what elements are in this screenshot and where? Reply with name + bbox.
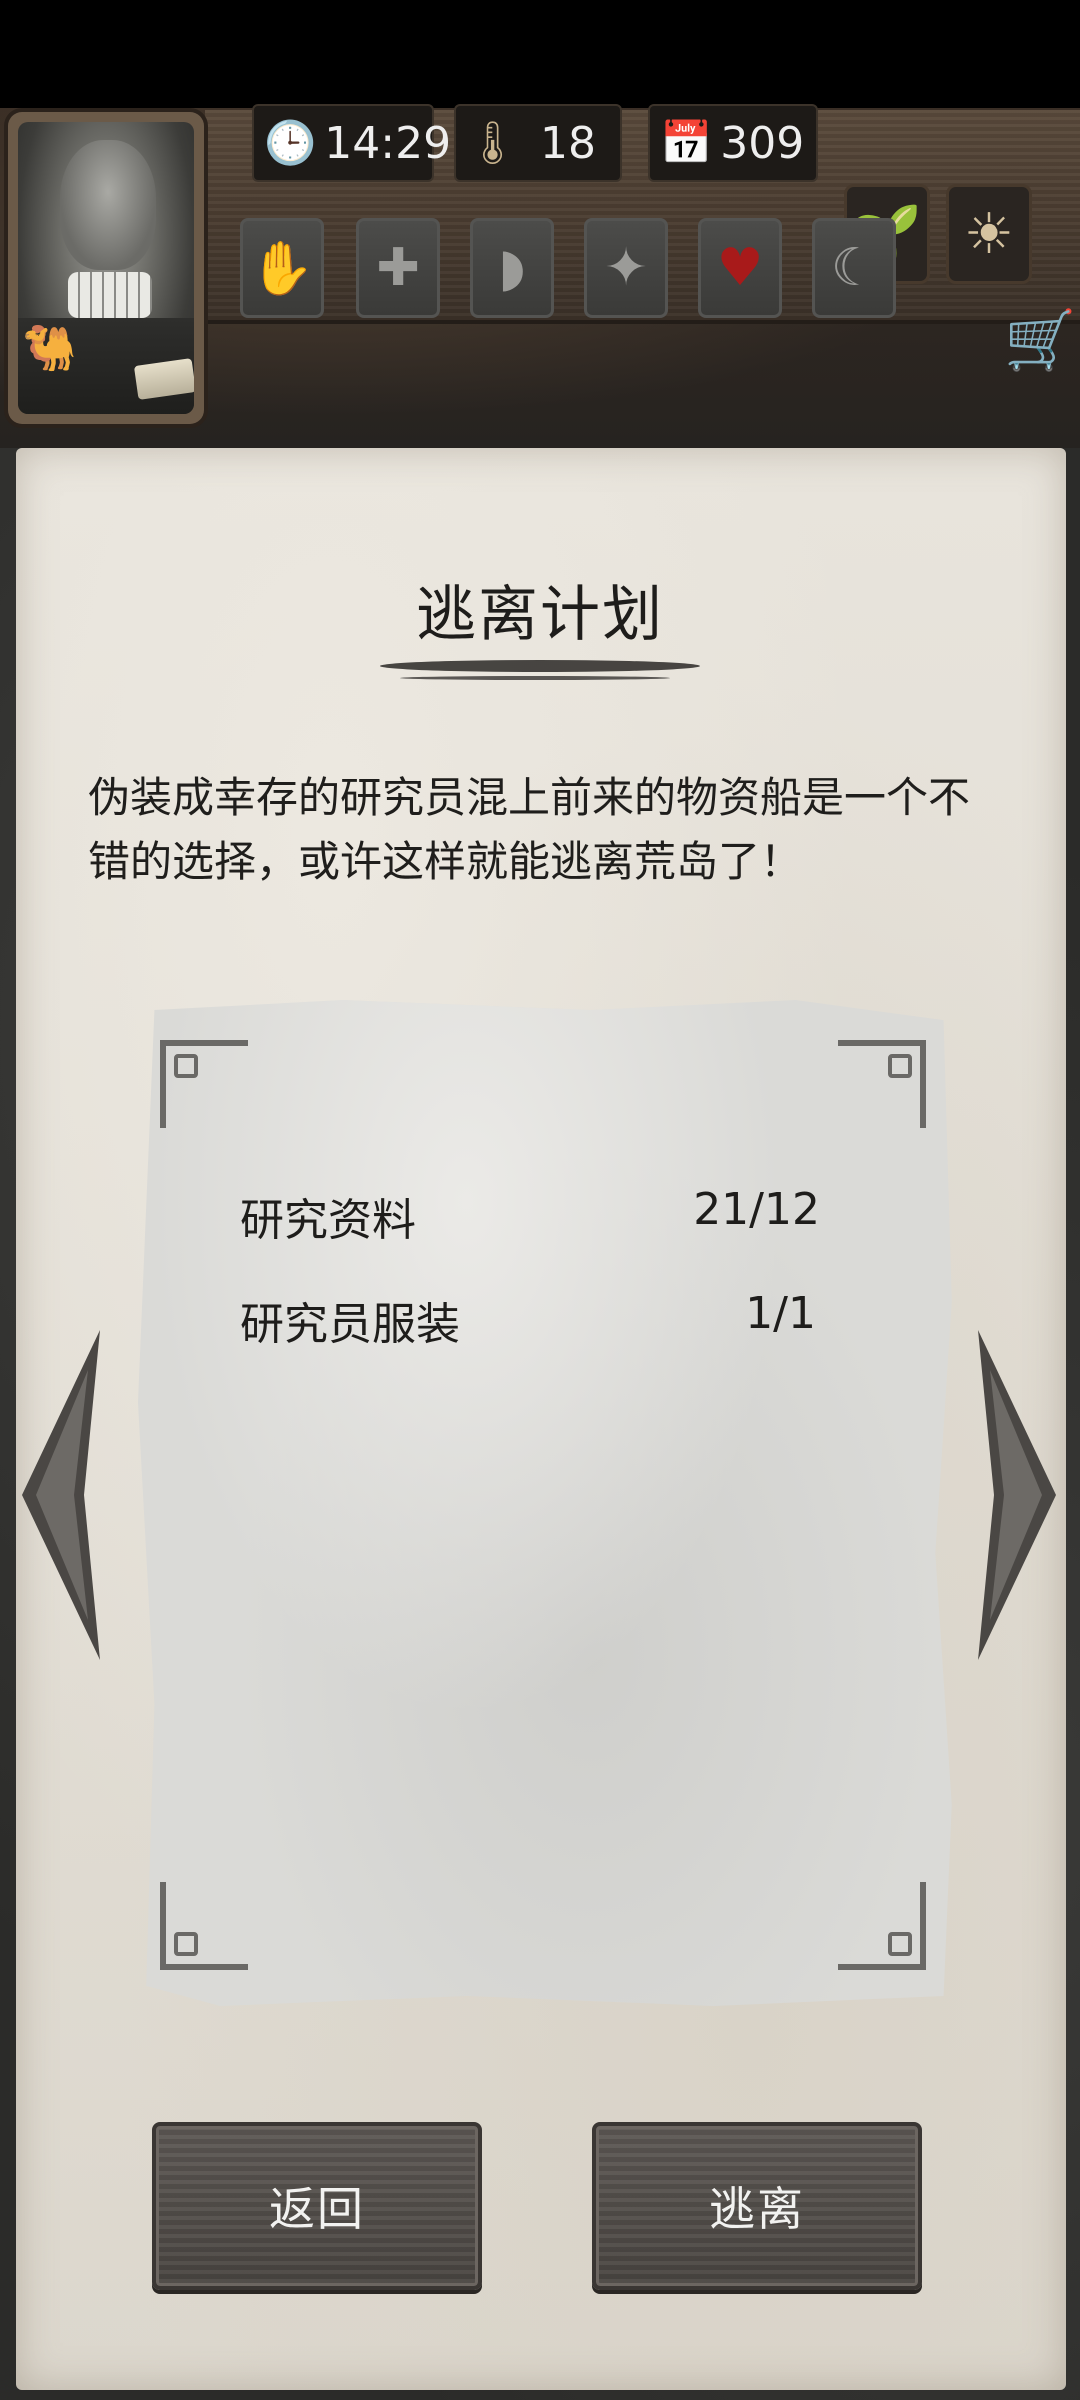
requirement-value: 1/1: [745, 1288, 816, 1339]
escape-button-label: 逃离: [709, 2182, 805, 2236]
requirement-row: 研究资料 21/12: [240, 1184, 820, 1254]
head-dizzy-icon: ✦: [604, 238, 648, 298]
corner-ornament-bottom-left: [160, 1882, 248, 1970]
shopping-cart-icon[interactable]: 🛒: [1004, 306, 1076, 375]
title-underline-stroke: [400, 676, 670, 680]
health-status-button[interactable]: ✚: [356, 218, 440, 318]
hand-bandage-icon: ✋: [249, 238, 315, 299]
dialog-description: 伪装成幸存的研究员混上前来的物资船是一个不错的选择，或许这样就能逃离荒岛了！: [88, 773, 971, 886]
portrait-face: [60, 140, 156, 270]
portrait-image: 🐫: [18, 122, 194, 414]
requirement-name: 研究员服装: [240, 1299, 460, 1350]
portrait-mask: [68, 272, 152, 318]
weather-button[interactable]: ☀: [946, 184, 1032, 284]
temperature-display: 🌡 18: [454, 104, 622, 182]
stomach-icon: ◗: [498, 238, 526, 298]
day-counter: 📅 309: [648, 104, 818, 182]
previous-arrow-icon[interactable]: [22, 1330, 102, 1660]
camel-icon: 🐫: [22, 323, 77, 374]
sanity-status-button[interactable]: ✦: [584, 218, 668, 318]
injury-status-button[interactable]: ✋: [240, 218, 324, 318]
sleep-status-button[interactable]: ☾: [812, 218, 896, 318]
thermometer-icon: 🌡: [466, 118, 520, 167]
status-bar: [0, 0, 1080, 108]
heart-icon: ♥: [716, 238, 764, 298]
title-underline: [380, 660, 700, 672]
escape-button[interactable]: 逃离: [592, 2122, 922, 2290]
sun-icon: ☀: [963, 201, 1015, 267]
requirement-value: 21/12: [693, 1184, 820, 1235]
day-count-value: 309: [720, 117, 805, 169]
corner-ornament-bottom-right: [838, 1882, 926, 1970]
corner-ornament-top-right: [838, 1040, 926, 1128]
medical-cross-icon: ✚: [376, 238, 420, 298]
requirement-row: 研究员服装 1/1: [240, 1288, 820, 1358]
temperature-value: 18: [540, 117, 596, 169]
next-arrow-icon[interactable]: [976, 1330, 1056, 1660]
clock-icon: 🕒: [264, 118, 317, 167]
back-button[interactable]: 返回: [152, 2122, 482, 2290]
heart-status-button[interactable]: ♥: [698, 218, 782, 318]
time-display: 🕒 14:29: [252, 104, 451, 182]
corner-ornament-top-left: [160, 1040, 248, 1128]
moon-star-icon: ☾: [830, 238, 878, 298]
requirements-paper: [138, 1000, 952, 2006]
calendar-icon: 📅: [660, 118, 713, 167]
hunger-status-button[interactable]: ◗: [470, 218, 554, 318]
requirement-name: 研究资料: [240, 1195, 416, 1246]
back-button-label: 返回: [269, 2182, 365, 2236]
time-value: 14:29: [324, 117, 452, 169]
dialog-title: 逃离计划: [416, 580, 664, 650]
character-portrait[interactable]: 🐫: [8, 112, 204, 424]
